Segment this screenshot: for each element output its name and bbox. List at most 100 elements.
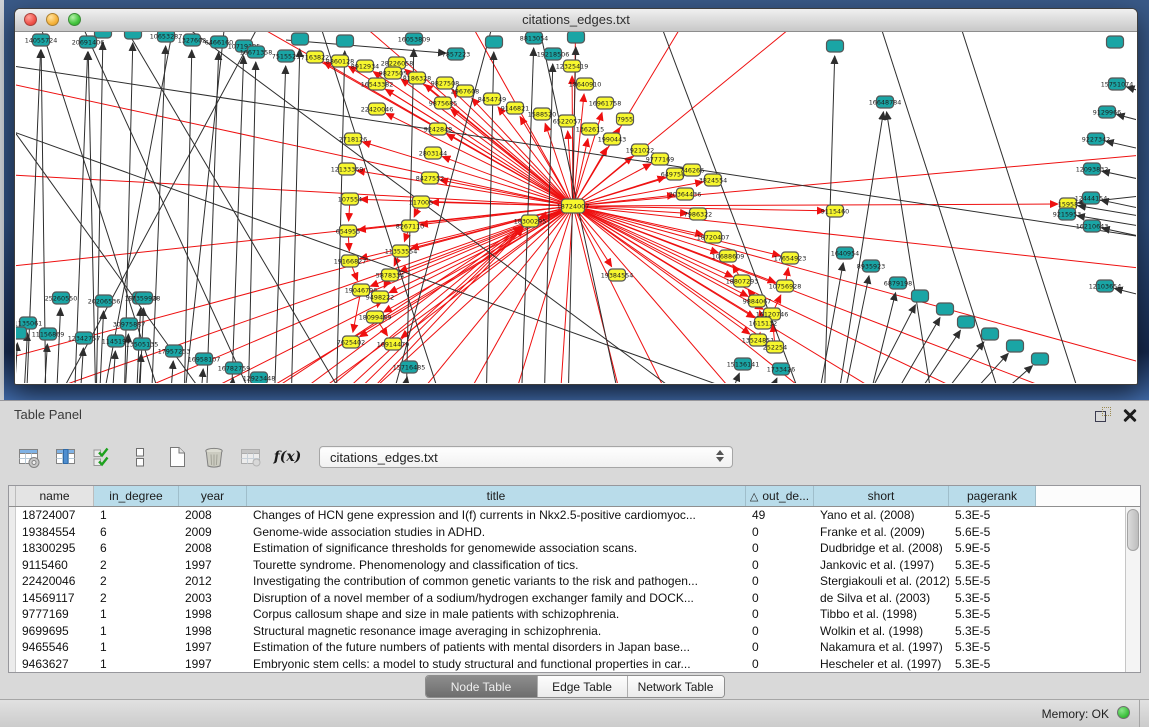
table-scrollbar[interactable] bbox=[1125, 507, 1140, 672]
graph-edge bbox=[216, 226, 522, 383]
graph-edge bbox=[573, 32, 816, 206]
tab-label: Network Table bbox=[638, 680, 714, 694]
graph-node[interactable] bbox=[292, 33, 309, 45]
graph-node[interactable] bbox=[1007, 340, 1024, 352]
graph-node[interactable] bbox=[568, 32, 585, 43]
graph-node-label: 18724007 bbox=[557, 202, 590, 210]
graph-node-label: 9242848 bbox=[424, 125, 452, 133]
graph-node[interactable] bbox=[827, 40, 844, 52]
table-row[interactable]: 977716911998Corpus callosum shape and si… bbox=[9, 606, 1125, 623]
graph-node-label: 9875685 bbox=[429, 99, 457, 107]
cell-in_degree: 6 bbox=[94, 525, 179, 539]
cell-name: 18724007 bbox=[16, 508, 94, 522]
graph-node-label: 16543382 bbox=[361, 80, 394, 88]
graph-edge bbox=[231, 56, 244, 383]
cell-title: Disruption of a novel member of a sodium… bbox=[247, 591, 746, 605]
graph-node-label: 8454749 bbox=[478, 95, 506, 103]
graph-edge bbox=[397, 377, 407, 383]
graph-node[interactable] bbox=[982, 328, 999, 340]
graph-node[interactable] bbox=[16, 327, 27, 339]
graph-node[interactable] bbox=[958, 316, 975, 328]
column-header-name[interactable]: name bbox=[16, 486, 94, 506]
float-icon-secondary bbox=[1102, 407, 1111, 416]
close-window-button[interactable] bbox=[24, 13, 37, 26]
scrollbar-thumb[interactable] bbox=[1127, 509, 1139, 551]
cell-title: Estimation of significance thresholds fo… bbox=[247, 541, 746, 555]
row-selection-button[interactable] bbox=[87, 442, 118, 472]
float-panel-button[interactable] bbox=[1095, 407, 1111, 422]
table-row[interactable]: 2242004622012Investigating the contribut… bbox=[9, 573, 1125, 590]
cell-name: 9699695 bbox=[16, 624, 94, 638]
graph-node[interactable] bbox=[95, 32, 112, 38]
minimize-window-button[interactable] bbox=[46, 13, 59, 26]
cell-out_degree: 49 bbox=[746, 508, 814, 522]
cell-year: 2008 bbox=[179, 541, 247, 555]
cell-out_degree: 0 bbox=[746, 525, 814, 539]
graph-edge bbox=[151, 46, 166, 383]
table-row[interactable]: 1872400712008Changes of HCN gene express… bbox=[9, 507, 1125, 524]
row-gutter bbox=[9, 540, 16, 557]
delete-button[interactable] bbox=[198, 442, 229, 472]
cell-pagerank: 5.3E-5 bbox=[949, 508, 1036, 522]
graph-node-label: 9777169 bbox=[646, 155, 674, 163]
table-row[interactable]: 1938455462009Genome-wide association stu… bbox=[9, 524, 1125, 541]
import-table-button bbox=[235, 442, 266, 472]
network-view-canvas[interactable]: 1872400718300295193845547163822886012889… bbox=[16, 32, 1136, 383]
column-header-year[interactable]: year bbox=[179, 486, 247, 506]
column-visibility-icon bbox=[54, 445, 78, 469]
tab-label: Node Table bbox=[451, 680, 512, 694]
new-file-button[interactable] bbox=[161, 442, 192, 472]
graph-edge bbox=[573, 206, 1136, 272]
tab-network-table[interactable]: Network Table bbox=[627, 676, 724, 697]
graph-node-label: 18099489 bbox=[359, 313, 392, 321]
graph-node-label: 6879198 bbox=[884, 279, 912, 287]
table-row[interactable]: 911546021997Tourette syndrome. Phenomeno… bbox=[9, 557, 1125, 574]
table-row[interactable]: 1456911722003Disruption of a novel membe… bbox=[9, 590, 1125, 607]
table-row[interactable]: 1830029562008Estimation of significance … bbox=[9, 540, 1125, 557]
graph-edge bbox=[291, 49, 300, 383]
column-header-pagerank[interactable]: pagerank bbox=[949, 486, 1036, 506]
close-panel-button[interactable] bbox=[1123, 408, 1137, 422]
window-titlebar[interactable]: citations_edges.txt bbox=[15, 9, 1137, 32]
graph-edge bbox=[1102, 228, 1136, 244]
graph-edge bbox=[573, 206, 1096, 383]
graph-node-label: 18720407 bbox=[697, 233, 730, 241]
graph-node-label: 9498222 bbox=[366, 293, 394, 301]
tab-label: Edge Table bbox=[552, 680, 612, 694]
column-visibility-button[interactable] bbox=[50, 442, 81, 472]
column-header-in_degree[interactable]: in_degree bbox=[94, 486, 179, 506]
table-row[interactable]: 969969511998Structural magnetic resonanc… bbox=[9, 623, 1125, 640]
table-selector-dropdown[interactable]: citations_edges.txt bbox=[319, 446, 733, 468]
zoom-window-button[interactable] bbox=[68, 13, 81, 26]
graph-node[interactable] bbox=[1032, 353, 1049, 365]
cell-out_degree: 0 bbox=[746, 657, 814, 671]
stacked-cells-button[interactable] bbox=[124, 442, 155, 472]
row-gutter bbox=[9, 656, 16, 673]
tab-node-table[interactable]: Node Table bbox=[426, 676, 537, 697]
tab-edge-table[interactable]: Edge Table bbox=[537, 676, 627, 697]
graph-node[interactable] bbox=[337, 35, 354, 47]
graph-node-label: 107554 bbox=[338, 195, 362, 203]
function-builder-button[interactable]: f(x) bbox=[272, 442, 303, 472]
graph-node[interactable] bbox=[486, 36, 503, 48]
cell-pagerank: 5.3E-5 bbox=[949, 640, 1036, 654]
column-header-short[interactable]: short bbox=[814, 486, 949, 506]
graph-node-label: 1733426 bbox=[767, 365, 795, 373]
column-header-title[interactable]: title bbox=[247, 486, 746, 506]
graph-node[interactable] bbox=[125, 32, 142, 39]
table-row[interactable]: 946362711997Embryonic stem cells: a mode… bbox=[9, 656, 1125, 673]
graph-node[interactable] bbox=[937, 303, 954, 315]
graph-node[interactable] bbox=[912, 290, 929, 302]
graph-node-label: 17359928 bbox=[128, 294, 161, 302]
graph-node[interactable] bbox=[1107, 36, 1124, 48]
graph-edge bbox=[1117, 115, 1136, 130]
graph-node-label: 13505135 bbox=[126, 340, 159, 348]
citation-network-graph: 1872400718300295193845547163822886012889… bbox=[16, 32, 1136, 383]
cell-name: 19384554 bbox=[16, 525, 94, 539]
table-row[interactable]: 946554611997Estimation of the future num… bbox=[9, 639, 1125, 656]
table-settings-button[interactable] bbox=[13, 442, 44, 472]
graph-node-label: 16053809 bbox=[398, 35, 431, 43]
graph-node-label: 3824554 bbox=[699, 176, 727, 184]
cell-short: Tibbo et al. (1998) bbox=[814, 607, 949, 621]
column-header-out_degree[interactable]: △out_de... bbox=[746, 486, 814, 506]
